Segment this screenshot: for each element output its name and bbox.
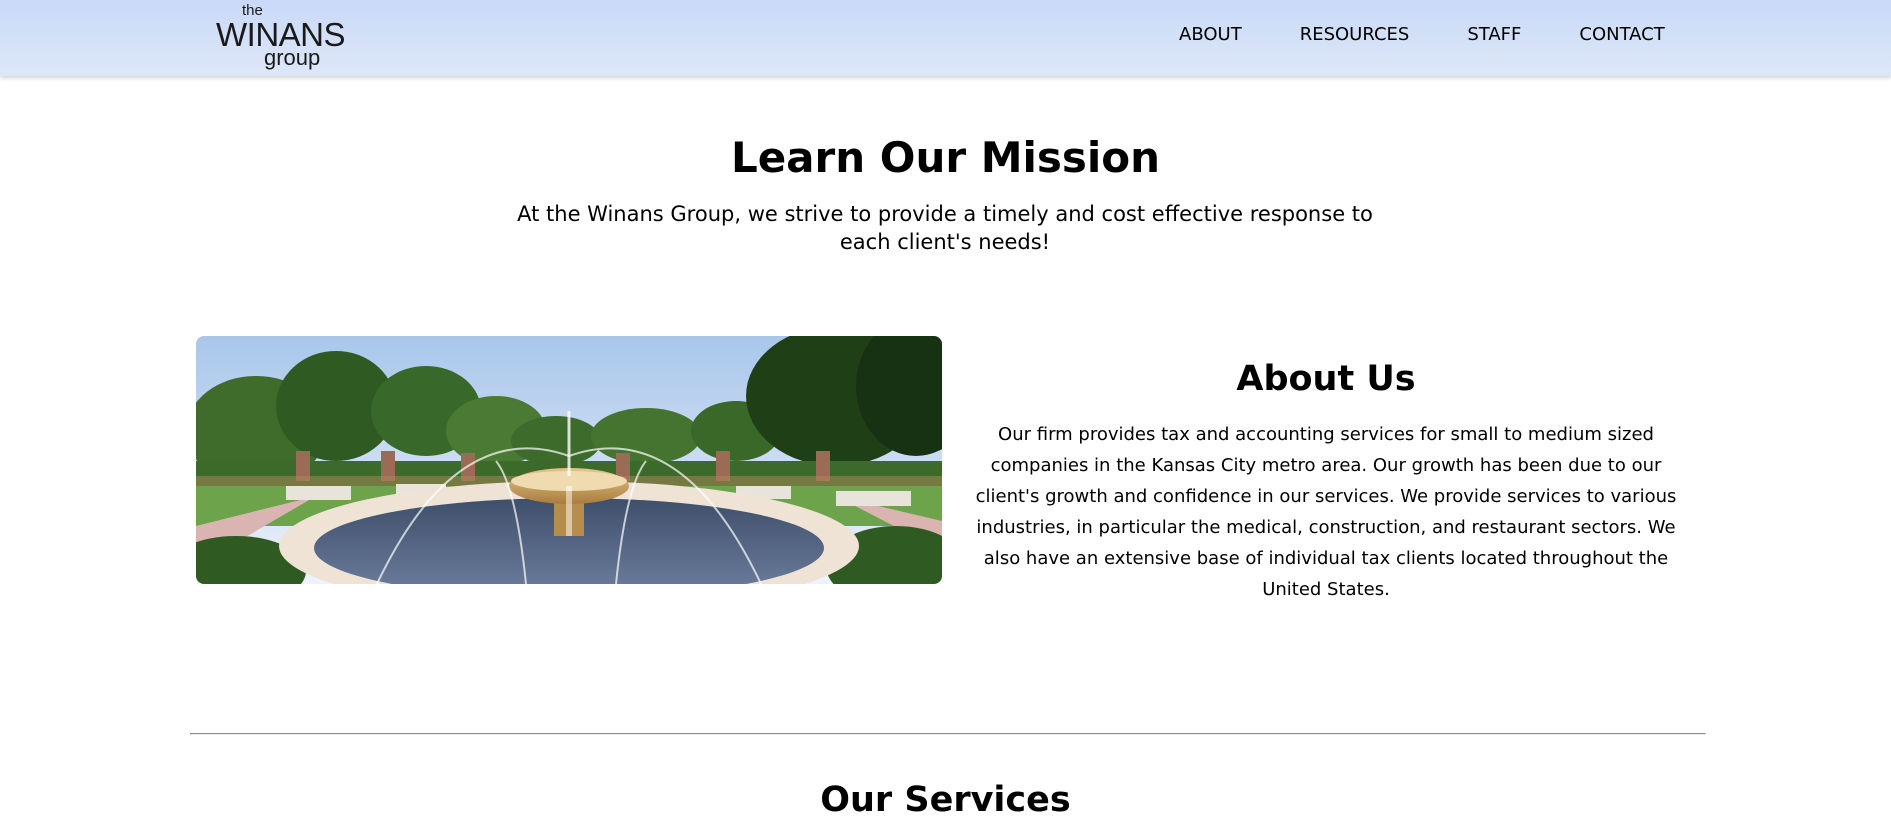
site-logo[interactable]: the WINANS group: [212, 2, 352, 72]
site-header: the WINANS group ABOUT RESOURCES STAFF C…: [0, 0, 1891, 76]
nav-contact[interactable]: CONTACT: [1579, 24, 1664, 45]
fountain-garden-photo: [196, 336, 942, 584]
nav-about[interactable]: ABOUT: [1179, 24, 1242, 45]
nav-resources[interactable]: RESOURCES: [1300, 24, 1410, 45]
logo-text-group: group: [264, 45, 321, 70]
services-title: Our Services: [820, 780, 1071, 820]
nav-staff[interactable]: STAFF: [1467, 24, 1521, 45]
about-text: Our firm provides tax and accounting ser…: [975, 424, 1677, 600]
mission-text: At the Winans Group, we strive to provid…: [517, 202, 1373, 254]
mission-title: Learn Our Mission: [730, 133, 1161, 182]
section-divider: [190, 733, 1706, 735]
about-title: About Us: [1236, 359, 1416, 399]
main-nav: ABOUT RESOURCES STAFF CONTACT: [1179, 24, 1665, 45]
